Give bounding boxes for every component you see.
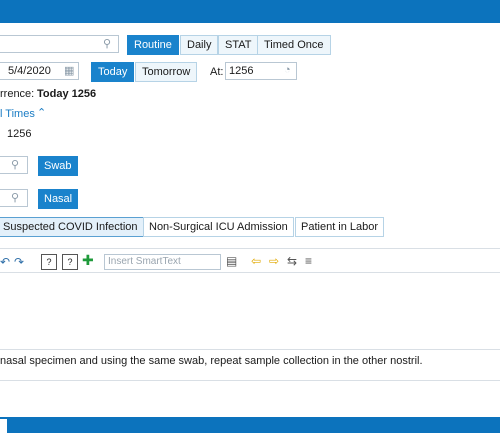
help-icon[interactable]: ? (62, 254, 78, 270)
top-header-bar (0, 0, 500, 23)
chevron-up-icon[interactable]: ⌃ (37, 106, 46, 119)
bottom-tab[interactable] (0, 419, 7, 433)
priority-daily-button[interactable]: Daily (180, 35, 219, 55)
start-time-field[interactable]: 1256 ◔ (225, 62, 297, 80)
today-button[interactable]: Today (91, 62, 135, 82)
order-search-field[interactable]: ⚲ (0, 35, 119, 53)
swab-button[interactable]: Swab (38, 156, 78, 176)
reason-non-surgical-icu-button[interactable]: Non-Surgical ICU Admission (143, 217, 294, 237)
clock-icon[interactable]: ◔ (284, 64, 291, 76)
nasal-button[interactable]: Nasal (38, 189, 79, 209)
link-icon[interactable]: ⇆ (287, 254, 297, 268)
additional-time-value: 1256 (7, 128, 32, 140)
smarttext-lookup-icon[interactable]: ▤ (226, 254, 237, 268)
start-date-field[interactable]: 5/4/2020 ▦ (0, 62, 79, 80)
list-icon[interactable]: ≡ (305, 254, 312, 268)
at-label: At: (210, 66, 224, 78)
first-occurrence-value: Today 1256 (37, 88, 97, 100)
priority-timed-once-button[interactable]: Timed Once (257, 35, 331, 55)
spellcheck-icon[interactable]: ? (41, 254, 57, 270)
search-icon[interactable]: ⚲ (11, 158, 19, 171)
start-time-value: 1256 (229, 65, 254, 77)
search-icon[interactable]: ⚲ (103, 37, 111, 50)
start-date-value: 5/4/2020 (8, 65, 51, 77)
smarttext-input[interactable]: Insert SmartText (104, 254, 221, 270)
calendar-icon[interactable]: ▦ (64, 64, 74, 77)
first-occurrence-label: rrence: (0, 88, 35, 100)
specimen-source-field[interactable]: ⚲ (0, 156, 28, 174)
add-icon[interactable]: ✚ (82, 253, 94, 267)
bottom-status-bar (0, 417, 500, 433)
tomorrow-button[interactable]: Tomorrow (135, 62, 198, 82)
next-field-icon[interactable]: ⇨ (269, 254, 279, 268)
toolbar-top-divider (0, 248, 500, 249)
additional-times-link[interactable]: l Times (0, 108, 35, 120)
priority-stat-button[interactable]: STAT (218, 35, 259, 55)
instructions-divider (0, 349, 500, 350)
toolbar-bottom-divider (0, 272, 500, 273)
reason-suspected-covid-button[interactable]: Suspected COVID Infection (0, 217, 144, 237)
previous-field-icon[interactable]: ⇦ (251, 254, 261, 268)
specimen-site-field[interactable]: ⚲ (0, 189, 28, 207)
instructions-bottom-divider (0, 380, 500, 381)
smarttext-placeholder: Insert SmartText (108, 256, 181, 267)
priority-routine-button[interactable]: Routine (127, 35, 179, 55)
reason-patient-in-labor-button[interactable]: Patient in Labor (295, 217, 385, 237)
undo-icon[interactable]: ↶ (0, 255, 10, 269)
instructions-text: nasal specimen and using the same swab, … (0, 355, 423, 367)
search-icon[interactable]: ⚲ (11, 191, 19, 204)
redo-icon[interactable]: ↷ (14, 255, 24, 269)
